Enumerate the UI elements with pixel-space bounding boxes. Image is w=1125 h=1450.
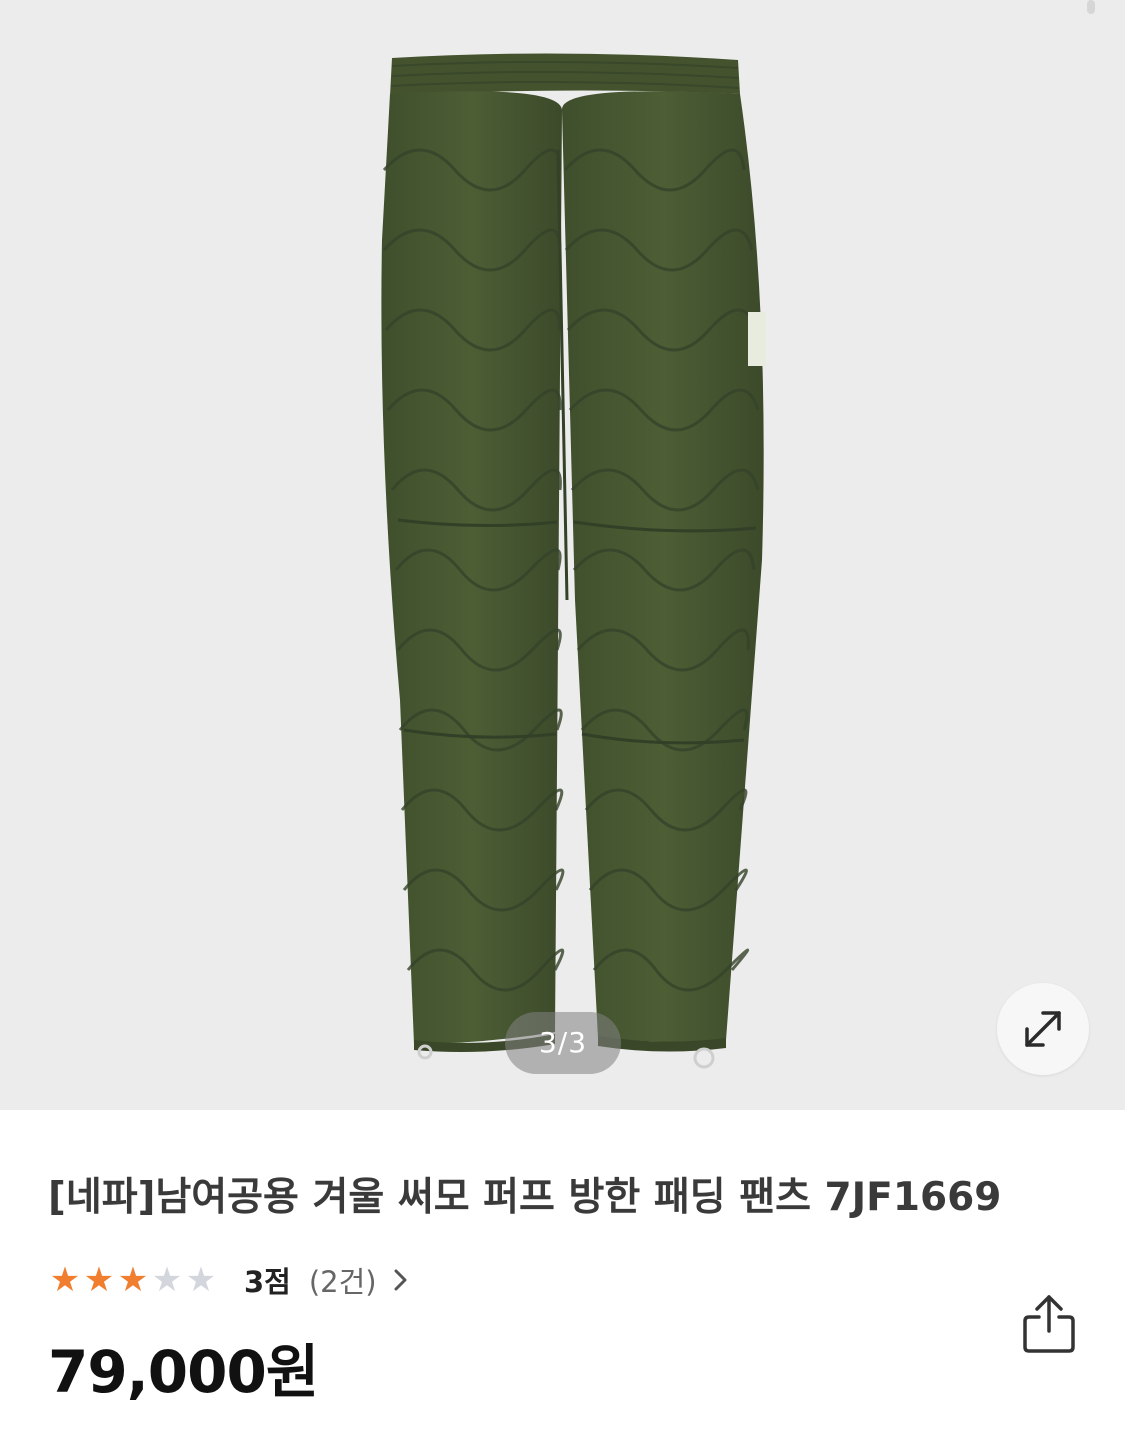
expand-arrows-icon [1025, 1011, 1061, 1047]
star-icon: ★ [185, 1260, 217, 1300]
star-icon: ★ [117, 1260, 149, 1300]
review-count[interactable]: (2건) [309, 1259, 377, 1301]
product-title: [네파]남여공용 겨울 써모 퍼프 방한 패딩 팬츠 7JF1669 [48, 1175, 1002, 1220]
product-info: [네파]남여공용 겨울 써모 퍼프 방한 패딩 팬츠 7JF1669 ★ ★ ★… [0, 1110, 1125, 1450]
star-icon: ★ [49, 1260, 81, 1300]
expand-image-button[interactable] [997, 983, 1089, 1075]
chevron-right-icon[interactable] [393, 1268, 409, 1292]
rating-row[interactable]: ★ ★ ★ ★ ★ 3점 (2건) [48, 1260, 409, 1300]
rating-score: 3점 [244, 1265, 291, 1299]
share-button[interactable] [1016, 1288, 1082, 1360]
product-image[interactable] [0, 0, 1125, 1110]
product-price: 79,000원 [48, 1338, 319, 1406]
rating-stars: ★ ★ ★ ★ ★ [48, 1260, 218, 1300]
image-page-indicator: 3/3 [505, 1012, 621, 1074]
star-icon: ★ [83, 1260, 115, 1300]
star-icon: ★ [151, 1260, 183, 1300]
product-image-gallery[interactable]: 3/3 [0, 0, 1125, 1110]
share-icon [1023, 1295, 1075, 1353]
